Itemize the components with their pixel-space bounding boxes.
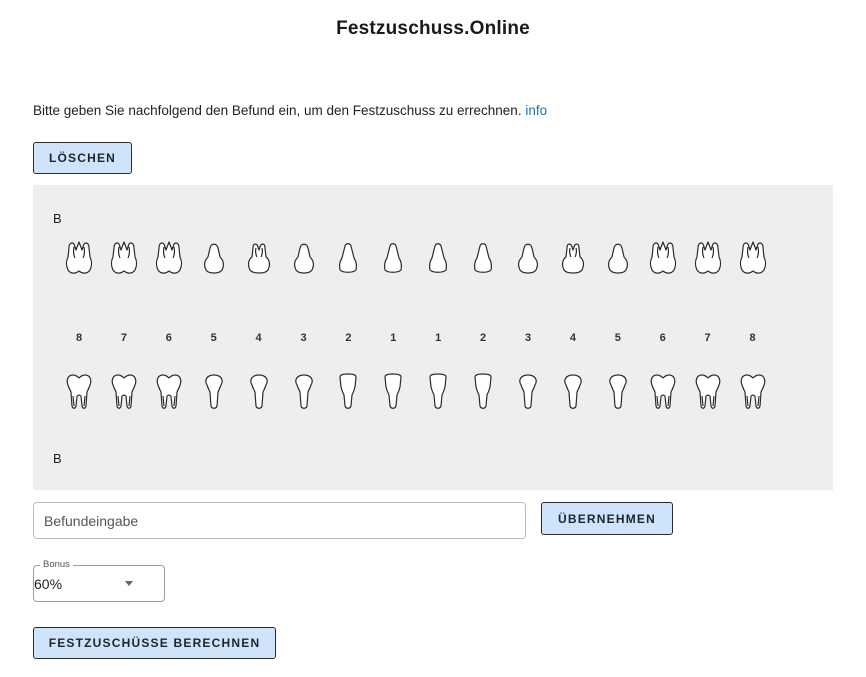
lower-tooth[interactable] bbox=[379, 370, 407, 412]
tooth-number: 4 bbox=[255, 332, 262, 344]
upper-tooth[interactable] bbox=[649, 239, 677, 281]
bonus-label: Bonus bbox=[40, 559, 73, 570]
upper-tooth[interactable] bbox=[559, 239, 587, 281]
tooth-number: 2 bbox=[480, 332, 487, 344]
upper-tooth-icon bbox=[517, 243, 539, 274]
upper-tooth-icon bbox=[429, 243, 448, 273]
lower-tooth[interactable] bbox=[739, 370, 767, 412]
lower-tooth[interactable] bbox=[469, 370, 497, 412]
lower-tooth-icon bbox=[429, 373, 447, 409]
intro-text: Bitte geben Sie nachfolgend den Befund e… bbox=[33, 103, 547, 118]
lower-tooth-icon bbox=[384, 373, 402, 409]
upper-tooth-icon bbox=[739, 241, 766, 274]
upper-tooth[interactable] bbox=[739, 239, 767, 281]
upper-tooth-icon bbox=[203, 243, 224, 274]
apply-button[interactable]: ÜBERNEHMEN bbox=[541, 502, 673, 535]
tooth-number: 6 bbox=[165, 332, 172, 344]
lower-tooth-icon bbox=[111, 374, 137, 409]
tooth-number: 6 bbox=[659, 332, 666, 344]
tooth-number: 5 bbox=[210, 332, 217, 344]
tooth-number: 3 bbox=[300, 332, 307, 344]
bonus-select[interactable]: Bonus 60% bbox=[33, 559, 165, 602]
lower-tooth[interactable] bbox=[424, 370, 452, 412]
upper-tooth-icon bbox=[339, 243, 358, 273]
upper-tooth[interactable] bbox=[694, 239, 722, 281]
lower-tooth[interactable] bbox=[290, 370, 318, 412]
page-title: Festzuschuss.Online bbox=[336, 18, 530, 39]
upper-tooth[interactable] bbox=[65, 239, 93, 281]
lower-tooth-icon bbox=[609, 374, 627, 409]
lower-tooth-icon bbox=[66, 374, 92, 409]
findings-input[interactable] bbox=[33, 502, 526, 539]
tooth-number: 7 bbox=[704, 332, 711, 344]
lower-tooth-icon bbox=[156, 374, 182, 409]
lower-tooth[interactable] bbox=[514, 370, 542, 412]
tooth-number: 8 bbox=[75, 332, 83, 344]
lower-tooth[interactable] bbox=[200, 370, 228, 412]
upper-tooth[interactable] bbox=[245, 239, 273, 281]
tooth-number: 1 bbox=[390, 332, 397, 344]
upper-tooth-icon bbox=[561, 243, 584, 274]
upper-tooth[interactable] bbox=[155, 239, 183, 281]
tooth-number: 5 bbox=[614, 332, 621, 344]
lower-tooth[interactable] bbox=[245, 370, 273, 412]
lower-tooth-icon bbox=[474, 373, 492, 409]
upper-tooth[interactable] bbox=[334, 239, 362, 281]
upper-tooth-icon bbox=[293, 243, 314, 274]
lower-tooth[interactable] bbox=[604, 370, 632, 412]
tooth-number: 2 bbox=[345, 332, 352, 344]
lower-tooth-icon bbox=[249, 374, 268, 409]
tooth-number: 7 bbox=[120, 332, 127, 344]
lower-tooth[interactable] bbox=[65, 370, 93, 412]
lower-tooth-icon bbox=[519, 374, 537, 409]
upper-tooth-icon bbox=[110, 241, 137, 274]
lower-tooth-icon bbox=[740, 374, 765, 409]
upper-tooth-icon bbox=[155, 241, 182, 274]
lower-tooth-icon bbox=[204, 374, 223, 409]
lower-tooth-icon bbox=[650, 374, 676, 409]
clear-button[interactable]: LÖSCHEN bbox=[33, 142, 132, 174]
upper-tooth[interactable] bbox=[290, 239, 318, 281]
lower-tooth[interactable] bbox=[155, 370, 183, 412]
tooth-number: 8 bbox=[749, 332, 756, 344]
lower-tooth-icon bbox=[339, 373, 357, 409]
tooth-number: 3 bbox=[524, 332, 532, 344]
lower-tooth[interactable] bbox=[334, 370, 362, 412]
lower-tooth[interactable] bbox=[649, 370, 677, 412]
upper-row-label: B bbox=[53, 211, 62, 226]
upper-tooth-icon bbox=[247, 243, 270, 274]
lower-tooth-icon bbox=[564, 374, 582, 409]
upper-tooth[interactable] bbox=[379, 239, 407, 281]
lower-tooth-icon bbox=[294, 374, 313, 409]
bonus-value: 60% bbox=[34, 576, 63, 592]
upper-tooth-icon bbox=[474, 243, 493, 273]
upper-tooth[interactable] bbox=[424, 239, 452, 281]
upper-tooth-icon bbox=[694, 241, 721, 274]
upper-tooth-icon bbox=[607, 243, 628, 274]
tooth-number: 4 bbox=[569, 332, 576, 344]
lower-row-label: B bbox=[53, 451, 62, 466]
upper-tooth-icon bbox=[384, 243, 403, 273]
upper-tooth[interactable] bbox=[200, 239, 228, 281]
chevron-down-icon bbox=[125, 581, 133, 586]
intro-sentence: Bitte geben Sie nachfolgend den Befund e… bbox=[33, 103, 522, 118]
lower-tooth-icon bbox=[695, 374, 720, 409]
info-link[interactable]: info bbox=[525, 103, 547, 118]
tooth-number: 1 bbox=[435, 332, 442, 344]
upper-tooth[interactable] bbox=[514, 239, 542, 281]
upper-tooth-icon bbox=[649, 241, 676, 274]
lower-tooth[interactable] bbox=[110, 370, 138, 412]
upper-tooth[interactable] bbox=[469, 239, 497, 281]
upper-tooth-icon bbox=[65, 241, 93, 274]
lower-tooth[interactable] bbox=[694, 370, 722, 412]
upper-tooth[interactable] bbox=[110, 239, 138, 281]
upper-tooth[interactable] bbox=[604, 239, 632, 281]
dental-chart: B B 8 7 6 5 4 3 2 1 1 2 3 4 5 6 7 8 bbox=[33, 185, 833, 490]
lower-tooth[interactable] bbox=[559, 370, 587, 412]
calculate-button[interactable]: FESTZUSCHÜSSE BERECHNEN bbox=[33, 627, 276, 659]
